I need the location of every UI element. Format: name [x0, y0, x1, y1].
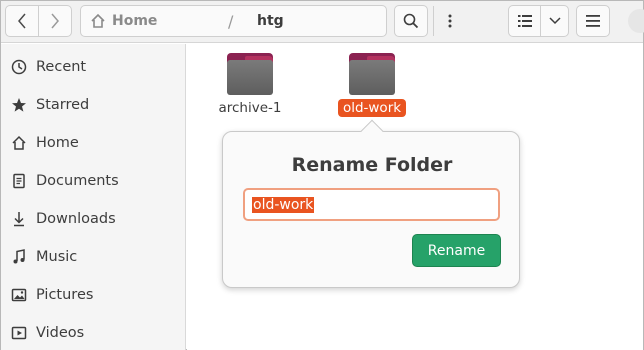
hamburger-menu-icon — [586, 15, 600, 27]
picture-icon — [10, 286, 28, 304]
path-separator: / — [228, 12, 234, 31]
sidebar-item-label: Home — [36, 135, 79, 151]
sidebar-item-label: Videos — [36, 325, 85, 341]
sidebar-item-videos[interactable]: Videos — [1, 314, 185, 350]
header-bar: Home / htg — [1, 1, 644, 43]
folder-name-input-value: old-work — [252, 196, 315, 213]
list-view-button[interactable] — [508, 5, 541, 37]
sidebar-item-label: Starred — [36, 97, 90, 113]
document-icon — [10, 172, 28, 190]
rename-folder-popover: Rename Folder old-work Rename — [222, 119, 520, 288]
sidebar-item-pictures[interactable]: Pictures — [1, 276, 185, 314]
forward-button[interactable] — [38, 5, 72, 37]
path-bar: Home / htg — [80, 5, 452, 37]
home-icon — [91, 13, 105, 28]
folder-name-input[interactable]: old-work — [243, 188, 500, 221]
sidebar-item-starred[interactable]: Starred — [1, 86, 185, 124]
download-icon — [10, 210, 28, 228]
folder-name: archive-1 — [218, 100, 282, 116]
window-close-button[interactable] — [628, 9, 644, 33]
sidebar-item-music[interactable]: Music — [1, 238, 185, 276]
folder-icon — [349, 53, 395, 95]
path-home-crumb[interactable]: Home — [81, 6, 157, 36]
path-home-label: Home — [112, 13, 158, 29]
star-icon — [10, 96, 28, 114]
chevron-left-icon — [18, 13, 26, 29]
music-note-icon — [10, 248, 28, 266]
sidebar-item-label: Pictures — [36, 287, 94, 303]
folder-icon — [227, 53, 273, 95]
path-menu-button[interactable] — [434, 6, 466, 36]
home-icon — [10, 134, 28, 152]
vertical-ellipsis-icon — [448, 14, 452, 28]
chevron-down-icon — [548, 17, 561, 25]
folder-name: old-work — [337, 99, 407, 117]
chevron-right-icon — [51, 13, 59, 29]
popover-title: Rename Folder — [291, 154, 453, 176]
sidebar-item-label: Downloads — [36, 211, 116, 227]
sidebar-item-label: Documents — [36, 173, 119, 189]
search-button[interactable] — [394, 5, 428, 37]
sidebar-item-home[interactable]: Home — [1, 124, 185, 162]
sidebar-item-downloads[interactable]: Downloads — [1, 200, 185, 238]
list-view-icon — [517, 15, 532, 27]
search-icon — [403, 13, 419, 29]
sidebar-item-label: Music — [36, 249, 78, 265]
folder-item-selected[interactable]: old-work — [322, 53, 422, 117]
folder-item[interactable]: archive-1 — [200, 53, 300, 117]
sidebar-item-documents[interactable]: Documents — [1, 162, 185, 200]
path-current-crumb[interactable]: htg — [257, 13, 284, 29]
sidebar: Recent Starred Home Documents Downloads … — [1, 44, 186, 350]
file-manager-window: Home / htg Recent Starred Home Documents… — [0, 0, 644, 350]
view-options-button[interactable] — [540, 5, 569, 37]
sidebar-item-label: Recent — [36, 59, 87, 75]
back-button[interactable] — [5, 5, 39, 37]
sidebar-item-recent[interactable]: Recent — [1, 48, 185, 86]
rename-button[interactable]: Rename — [412, 234, 501, 267]
main-menu-button[interactable] — [576, 5, 610, 37]
clock-icon — [10, 58, 28, 76]
video-icon — [10, 324, 28, 342]
